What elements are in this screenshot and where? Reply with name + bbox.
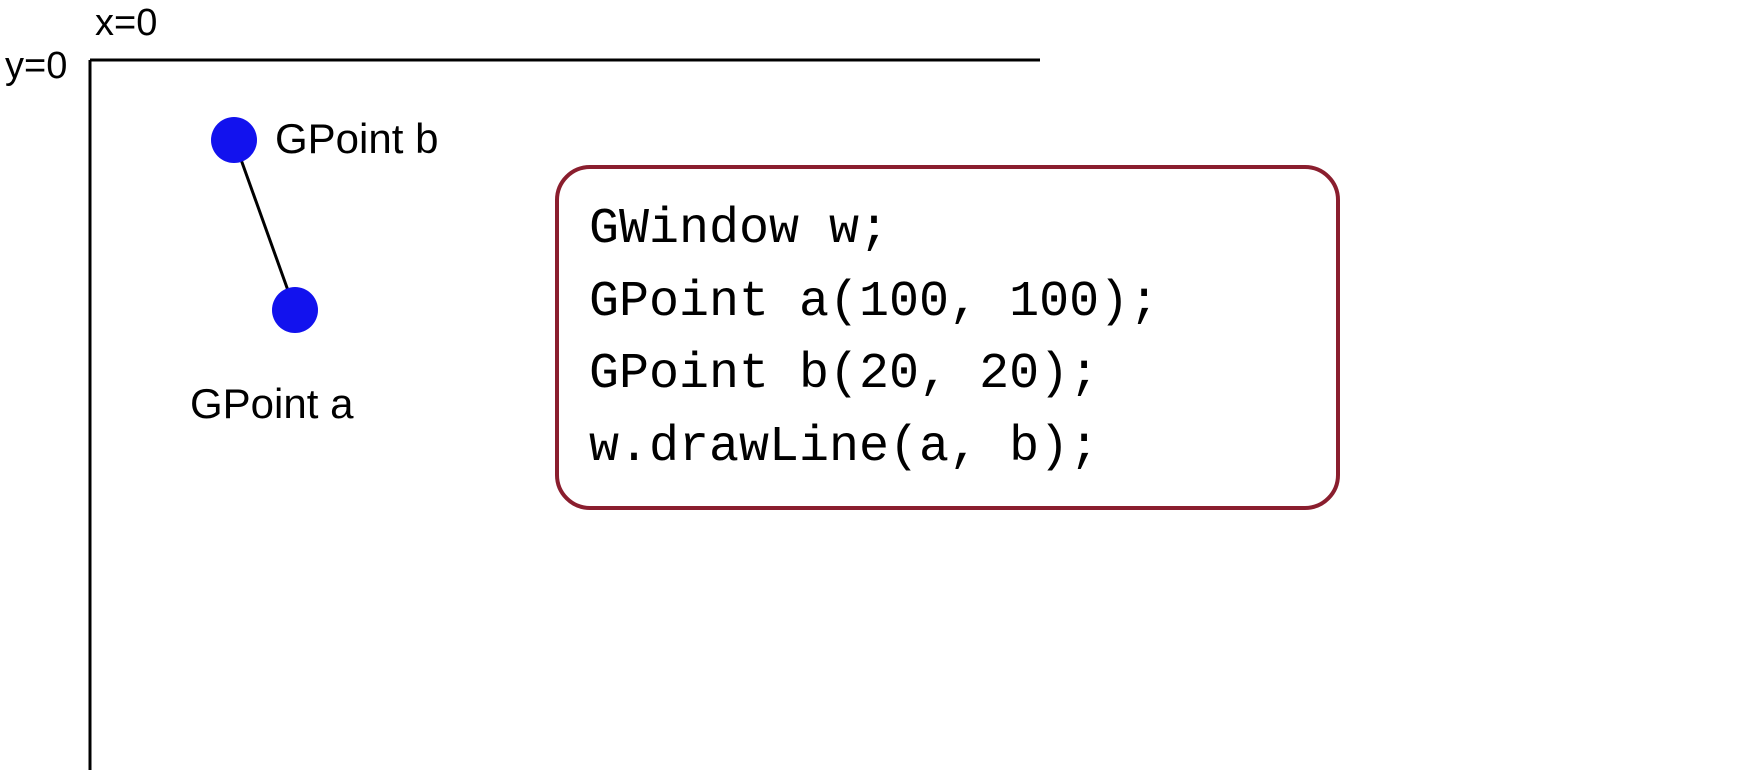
x-axis-label: x=0 (95, 2, 157, 45)
y-axis-label: y=0 (5, 45, 67, 88)
point-b-icon (211, 117, 257, 163)
code-line-1: GWindow w; (589, 194, 1306, 267)
segment-ab (234, 140, 295, 310)
code-line-3: GPoint b(20, 20); (589, 339, 1306, 412)
point-a-icon (272, 287, 318, 333)
code-line-2: GPoint a(100, 100); (589, 267, 1306, 340)
point-b-label: GPoint b (275, 115, 438, 163)
code-snippet-box: GWindow w; GPoint a(100, 100); GPoint b(… (555, 165, 1340, 510)
point-a-label: GPoint a (190, 380, 353, 428)
code-line-4: w.drawLine(a, b); (589, 412, 1306, 485)
